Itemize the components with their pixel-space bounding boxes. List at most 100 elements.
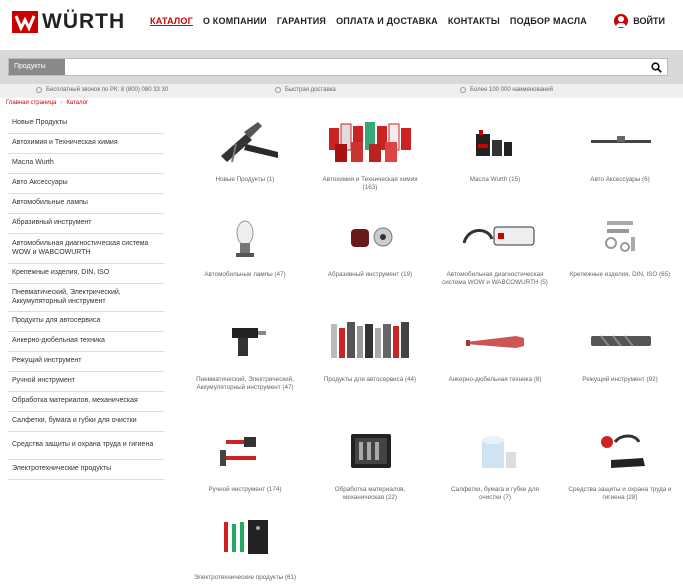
sidebar-item-auto-accessories[interactable]: Авто Аксессуары <box>8 174 164 194</box>
login-label: ВОЙТИ <box>633 16 665 26</box>
logo-text: WÜRTH <box>42 10 126 33</box>
abrasive-discs-image <box>351 227 393 247</box>
category-card-electrical[interactable]: Электротехнические продукты (61) <box>186 512 304 582</box>
info-items-text: Более 100 000 наименований <box>470 87 553 93</box>
nav-payment-delivery[interactable]: ОПЛАТА И ДОСТАВКА <box>336 16 438 26</box>
info-phone: Бесплатный звонок по РК: 8 (800) 080 33 … <box>36 87 168 93</box>
category-card-anchors[interactable]: Анкерно-дюбельная техника (8) <box>436 314 554 384</box>
sidebar-item-anchors[interactable]: Анкерно-дюбельная техника <box>8 332 164 352</box>
paper-roll-image <box>482 436 516 468</box>
nav-contacts[interactable]: КОНТАКТЫ <box>448 16 500 26</box>
nav-catalog[interactable]: КАТАЛОГ <box>150 16 193 26</box>
catalog-grid: Новые Продукты (1) Автохимия и Техническ… <box>180 114 680 588</box>
card-label: Режущий инструмент (92) <box>582 376 658 383</box>
nav-oil-selection[interactable]: ПОДБОР МАСЛА <box>510 16 587 26</box>
wurth-logo-icon <box>12 11 38 33</box>
search-button[interactable] <box>645 59 667 75</box>
category-card-power-tools[interactable]: Пневматический, Электрический, Аккумулят… <box>186 314 304 392</box>
phone-icon <box>36 87 42 93</box>
card-label: Новые Продукты (1) <box>215 176 275 183</box>
card-label: Абразивный инструмент (19) <box>327 271 413 278</box>
sidebar-item-service-products[interactable]: Продукты для автосервиса <box>8 312 164 332</box>
tool-case-image <box>351 434 391 468</box>
wurth-logo[interactable]: WÜRTH <box>12 10 125 34</box>
info-delivery: Быстрая доставка <box>275 87 336 93</box>
card-label: Обработка материалов, механическая (22) <box>334 486 406 501</box>
main-nav: КАТАЛОГ О КОМПАНИИ ГАРАНТИЯ ОПЛАТА И ДОС… <box>150 16 587 26</box>
card-label: Анкерно-дюбельная техника (8) <box>448 376 542 383</box>
nav-about[interactable]: О КОМПАНИИ <box>203 16 267 26</box>
card-label: Средства защиты и охрана труда и гигиена… <box>568 486 672 501</box>
category-card-cleaning-wipes[interactable]: Салфетки, бумага и губки для очистки (7) <box>436 424 554 502</box>
category-card-material-processing[interactable]: Обработка материалов, механическая (22) <box>311 424 429 502</box>
sidebar-item-diagnostic-system[interactable]: Автомобильная диагностическая система WO… <box>8 234 164 264</box>
card-label: Масла Wurth (15) <box>469 176 521 183</box>
diagnostic-device-image <box>462 226 535 246</box>
card-label: Пневматический, Электрический, Аккумулят… <box>196 376 294 391</box>
category-card-auto-chemistry[interactable]: Автохимия и Техническая химия (163) <box>311 114 429 192</box>
info-items: Более 100 000 наименований <box>460 87 553 93</box>
search-input[interactable] <box>65 59 645 75</box>
search-bar: Продукты <box>0 50 683 84</box>
sidebar-item-cutting-tools[interactable]: Режущий инструмент <box>8 352 164 372</box>
card-label: Автомобильные лампы (47) <box>204 271 286 278</box>
sidebar-item-cleaning-wipes[interactable]: Салфетки, бумага и губки для очистки <box>8 412 164 432</box>
oil-bottles-image <box>476 130 512 156</box>
lamp-bulb-image <box>236 220 254 257</box>
category-card-abrasive-tools[interactable]: Абразивный инструмент (19) <box>311 209 429 279</box>
service-products-image <box>331 322 409 358</box>
info-delivery-text: Быстрая доставка <box>285 87 336 93</box>
nav-warranty[interactable]: ГАРАНТИЯ <box>277 16 326 26</box>
breadcrumb: Главная страница › Каталог <box>6 100 88 106</box>
category-card-safety[interactable]: Средства защиты и охрана труда и гигиена… <box>561 424 679 502</box>
sidebar-item-electrical[interactable]: Электротехнические продукты <box>8 460 164 480</box>
category-card-auto-lamps[interactable]: Автомобильные лампы (47) <box>186 209 304 279</box>
sidebar-item-hand-tools[interactable]: Ручной инструмент <box>8 372 164 392</box>
category-sidebar: Новые Продукты Автохимия и Техническая х… <box>8 114 164 480</box>
sidebar-item-safety[interactable]: Средства защиты и охрана труда и гигиена <box>8 432 164 460</box>
info-phone-text: Бесплатный звонок по РК: 8 (800) 080 33 … <box>46 87 169 93</box>
search-icon <box>650 61 662 73</box>
multitool-image <box>221 122 278 163</box>
breadcrumb-home[interactable]: Главная страница <box>6 100 56 106</box>
anchor-dowel-image <box>466 336 524 348</box>
sidebar-item-new-products[interactable]: Новые Продукты <box>8 114 164 134</box>
drill-bit-image <box>591 335 651 347</box>
card-label: Ручной инструмент (174) <box>208 486 282 493</box>
wiper-blade-image <box>591 136 651 143</box>
sidebar-item-auto-lamps[interactable]: Автомобильные лампы <box>8 194 164 214</box>
login-button[interactable]: ВОЙТИ <box>614 14 665 28</box>
sidebar-item-auto-chemistry[interactable]: Автохимия и Техническая химия <box>8 134 164 154</box>
sidebar-item-fasteners[interactable]: Крепежные изделия, DIN, ISO <box>8 264 164 284</box>
card-label: Салфетки, бумага и губки для очистки (7) <box>451 486 539 501</box>
category-card-service-products[interactable]: Продукты для автосервиса (44) <box>311 314 429 384</box>
card-label: Автомобильная диагностическая система WO… <box>442 271 548 286</box>
safety-gear-image <box>601 434 645 468</box>
fasteners-image <box>605 221 635 252</box>
card-label: Автохимия и Техническая химия (163) <box>322 176 418 191</box>
search-wrap: Продукты <box>8 58 668 76</box>
sidebar-item-wurth-oils[interactable]: Масла Wurth <box>8 154 164 174</box>
clock-icon <box>275 87 281 93</box>
card-label: Авто Аксессуары (6) <box>590 176 650 183</box>
power-tool-image <box>232 328 266 356</box>
info-strip: Бесплатный звонок по РК: 8 (800) 080 33 … <box>0 84 683 98</box>
chemistry-products-image <box>329 122 411 162</box>
sidebar-item-abrasive-tools[interactable]: Абразивный инструмент <box>8 214 164 234</box>
category-card-wurth-oils[interactable]: Масла Wurth (15) <box>436 114 554 184</box>
category-card-hand-tools[interactable]: Ручной инструмент (174) <box>186 424 304 494</box>
category-card-fasteners[interactable]: Крепежные изделия, DIN, ISO (65) <box>561 209 679 279</box>
category-card-auto-accessories[interactable]: Авто Аксессуары (6) <box>561 114 679 184</box>
hand-tools-image <box>220 437 256 466</box>
sidebar-item-material-processing[interactable]: Обработка материалов, механическая <box>8 392 164 412</box>
sidebar-item-power-tools[interactable]: Пневматический, Электрический, Аккумулят… <box>8 284 164 312</box>
check-icon <box>460 87 466 93</box>
category-card-cutting-tools[interactable]: Режущий инструмент (92) <box>561 314 679 384</box>
category-card-new-products[interactable]: Новые Продукты (1) <box>186 114 304 184</box>
breadcrumb-current[interactable]: Каталог <box>66 100 88 106</box>
electrical-tools-image <box>224 520 268 554</box>
search-category-select[interactable]: Продукты <box>9 59 65 75</box>
breadcrumb-separator: › <box>60 100 63 106</box>
card-label: Продукты для автосервиса (44) <box>323 376 417 383</box>
category-card-diagnostic-system[interactable]: Автомобильная диагностическая система WO… <box>436 209 554 287</box>
